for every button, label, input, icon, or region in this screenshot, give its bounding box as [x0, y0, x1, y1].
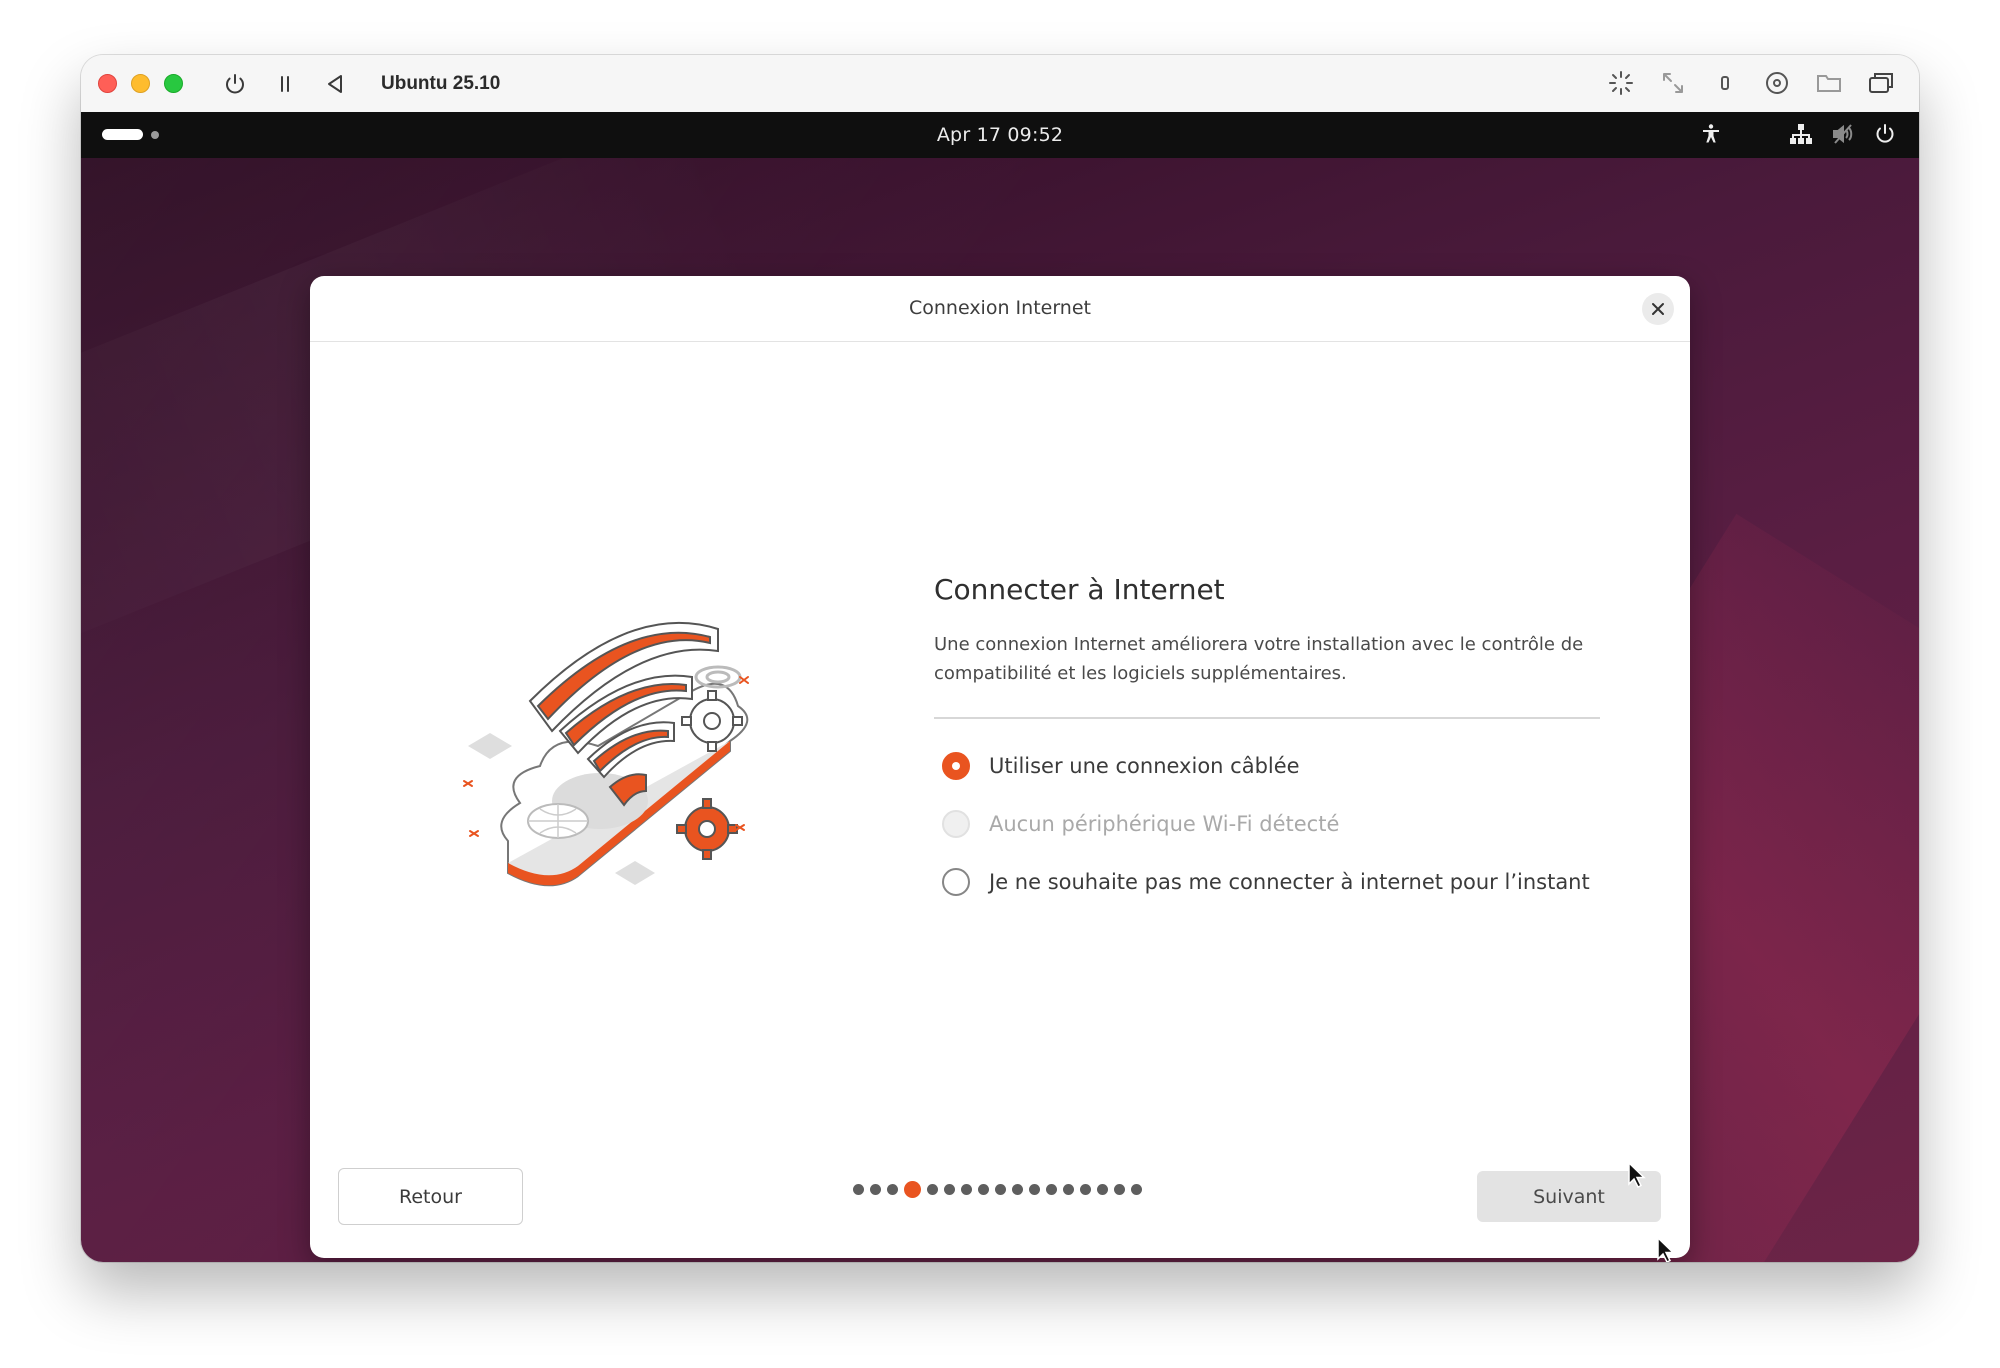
step-dot [1012, 1184, 1023, 1195]
minimize-window-button[interactable] [131, 74, 150, 93]
radio-no-connection[interactable] [942, 868, 970, 896]
ubuntu-desktop: Apr 17 09:52 Connexion Internet Connecte… [81, 112, 1919, 1262]
dialog-close-button[interactable] [1642, 293, 1674, 325]
step-dot [1114, 1184, 1125, 1195]
power-icon[interactable] [223, 72, 247, 96]
page-description: Une connexion Internet améliorera votre … [934, 634, 1584, 684]
step-dot [927, 1184, 938, 1195]
step-indicator [853, 1181, 1142, 1198]
step-dot [978, 1184, 989, 1195]
mouse-cursor-icon [1628, 1161, 1646, 1192]
step-dot [944, 1184, 955, 1195]
step-dot [1080, 1184, 1091, 1195]
step-dot [1097, 1184, 1108, 1195]
option-wifi-label: Aucun périphérique Wi-Fi détecté [989, 812, 1340, 836]
installer-dialog: Connexion Internet Connecter à Internet … [310, 276, 1690, 1258]
maximize-window-button[interactable] [164, 74, 183, 93]
close-icon [1652, 303, 1664, 315]
option-no-connection-label[interactable]: Je ne souhaite pas me connecter à intern… [989, 870, 1590, 894]
step-dot-active [904, 1181, 921, 1198]
dialog-content: Connecter à Internet Une connexion Inter… [934, 573, 1602, 921]
capture-cursor-icon[interactable] [1607, 69, 1635, 97]
usb-icon[interactable] [1711, 69, 1739, 97]
option-wired[interactable]: Utiliser une connexion câblée [934, 747, 1602, 785]
option-wifi: Aucun périphérique Wi-Fi détecté [934, 805, 1602, 843]
radio-wifi [942, 810, 970, 838]
shared-folder-icon[interactable] [1815, 69, 1843, 97]
radio-wired[interactable] [942, 752, 970, 780]
step-dot [1131, 1184, 1142, 1195]
dialog-title: Connexion Internet [908, 297, 1091, 319]
back-button[interactable]: Retour [338, 1168, 523, 1225]
window-controls [98, 74, 183, 93]
mouse-cursor-icon [1657, 1236, 1675, 1262]
network-wired-icon[interactable] [1789, 122, 1813, 146]
resize-icon[interactable] [1659, 69, 1687, 97]
internet-illustration [460, 581, 800, 921]
separator [934, 717, 1600, 719]
back-icon[interactable] [323, 72, 347, 96]
vm-titlebar: Ubuntu 25.10 [81, 55, 1919, 112]
vm-title: Ubuntu 25.10 [381, 72, 501, 94]
disc-icon[interactable] [1763, 69, 1791, 97]
power-icon[interactable] [1873, 122, 1897, 146]
step-dot [995, 1184, 1006, 1195]
gnome-top-bar: Apr 17 09:52 [81, 112, 1919, 158]
vm-right-tools [1607, 69, 1895, 97]
dialog-header: Connexion Internet [310, 276, 1690, 342]
step-dot [870, 1184, 881, 1195]
vm-window: Ubuntu 25.10 Apr 17 09:52 Connexion Inte… [81, 55, 1919, 1262]
clock[interactable]: Apr 17 09:52 [81, 124, 1919, 146]
step-dot [961, 1184, 972, 1195]
volume-muted-icon[interactable] [1831, 122, 1855, 146]
step-dot [1046, 1184, 1057, 1195]
vm-controls [223, 72, 347, 96]
pause-icon[interactable] [273, 72, 297, 96]
option-wired-label[interactable]: Utiliser une connexion câblée [989, 754, 1300, 778]
page-heading: Connecter à Internet [934, 573, 1225, 606]
option-no-connection[interactable]: Je ne souhaite pas me connecter à intern… [934, 863, 1602, 901]
system-tray[interactable] [1699, 122, 1897, 146]
accessibility-icon[interactable] [1699, 122, 1723, 146]
step-dot [887, 1184, 898, 1195]
close-window-button[interactable] [98, 74, 117, 93]
windows-icon[interactable] [1867, 69, 1895, 97]
connection-options: Utiliser une connexion câblée Aucun péri… [934, 747, 1602, 901]
step-dot [1063, 1184, 1074, 1195]
step-dot [853, 1184, 864, 1195]
step-dot [1029, 1184, 1040, 1195]
wifi-cloud-illustration [463, 621, 749, 887]
